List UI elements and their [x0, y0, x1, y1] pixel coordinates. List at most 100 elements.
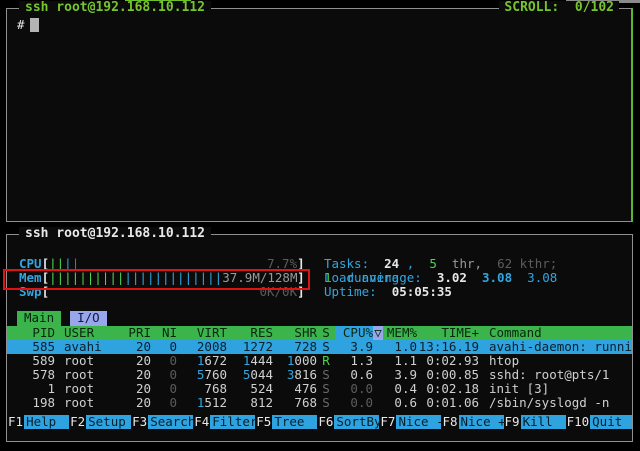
cell-ni: 0	[151, 354, 177, 368]
fkey-nice-minus-label: Nice -	[396, 415, 441, 429]
fkey-quit[interactable]: F10Quit	[566, 415, 632, 429]
uptime-line: Uptime: 05:05:35	[324, 285, 632, 299]
cell-mem: 1.0	[383, 340, 417, 354]
mem-meter-open-bracket: [	[42, 271, 50, 285]
fkey-search-key: F3	[131, 415, 148, 429]
swap-meter-value: 0K/0K	[259, 285, 297, 299]
cell-time: 13:16.19	[417, 340, 479, 354]
column-header-user[interactable]: USER	[55, 326, 115, 340]
cell-time: 0:02.18	[417, 382, 479, 396]
column-header-command[interactable]: Command	[479, 326, 632, 340]
tasks-threads: 5	[429, 256, 437, 271]
process-row-585[interactable]: 585 avahi 20 0 2008 1272 728 S 3.9 1.0 1…	[7, 340, 632, 354]
tasks-thr-label: thr,	[444, 256, 489, 271]
fkey-nice-plus-label: Nice +	[459, 415, 504, 429]
terminal-pane-htop[interactable]: ssh root@192.168.10.112 CPU [ || | | 7.7…	[6, 234, 633, 442]
fkey-filter[interactable]: F4Filter	[193, 415, 255, 429]
cell-pid: 1	[17, 382, 55, 396]
load-one: 3.02	[437, 270, 475, 285]
cell-cpu: 0.0	[335, 396, 373, 410]
fkey-nice-minus[interactable]: F7Nice -	[379, 415, 441, 429]
process-row-198[interactable]: 198 root 20 0 1512 812 768 S 0.0 0.6 0:0…	[7, 396, 632, 410]
cell-command: init [3]	[479, 382, 632, 396]
cell-user: root	[55, 354, 115, 368]
cell-ni: 0	[151, 382, 177, 396]
cell-cpu: 0.6	[335, 368, 373, 382]
process-row-1[interactable]: 1 root 20 0 768 524 476 S 0.0 0.4 0:02.1…	[7, 382, 632, 396]
fkey-filter-label: Filter	[210, 415, 255, 429]
column-header-virt[interactable]: VIRT	[177, 326, 227, 340]
fkey-setup-key: F2	[69, 415, 86, 429]
cell-res: 524	[227, 382, 273, 396]
column-header-cpu-sort[interactable]: CPU%	[335, 326, 373, 340]
cell-ni: 0	[151, 340, 177, 354]
mem-ticks-cache: |||||||||||||	[124, 271, 222, 285]
fkey-kill[interactable]: F9Kill	[504, 415, 566, 429]
fkey-setup[interactable]: F2Setup	[69, 415, 131, 429]
fkey-search[interactable]: F3Search	[131, 415, 193, 429]
fkey-filter-key: F4	[193, 415, 210, 429]
cell-pri: 20	[115, 396, 151, 410]
uptime-value: 05:05:35	[392, 284, 452, 299]
column-header-pid[interactable]: PID	[17, 326, 55, 340]
cell-gap	[373, 354, 383, 368]
cpu-meter-label: CPU	[19, 257, 42, 271]
cell-virt-rest: 512	[204, 396, 227, 410]
column-header-time[interactable]: TIME+	[417, 326, 479, 340]
pane-title-shell: ssh root@192.168.10.112	[19, 1, 211, 15]
column-header-state[interactable]: S	[317, 326, 335, 340]
fkey-tree[interactable]: F5Tree	[255, 415, 317, 429]
fkey-nice-plus-key: F8	[441, 415, 458, 429]
cell-state: S	[317, 368, 335, 382]
tab-main[interactable]: Main	[17, 311, 61, 326]
fkey-sortby[interactable]: F6SortBy	[317, 415, 379, 429]
cell-ni: 0	[151, 396, 177, 410]
fkey-help[interactable]: F1Help	[7, 415, 69, 429]
fkey-help-key: F1	[7, 415, 24, 429]
cell-virt-rest: 768	[204, 382, 227, 396]
stats-column: Tasks: 24 , 5 thr, 62 kthr; 1 running Lo…	[324, 257, 632, 299]
cell-pid: 589	[17, 354, 55, 368]
cell-virt-rest: 760	[204, 368, 227, 382]
cell-time: 0:00.85	[417, 368, 479, 382]
cpu-ticks-io: |	[64, 257, 72, 271]
cell-virt: 2008	[177, 340, 227, 354]
cell-shr-rest: 816	[294, 368, 317, 382]
cell-command: avahi-daemon: running	[479, 340, 632, 354]
cell-virt-rest: 672	[204, 354, 227, 368]
column-header-res[interactable]: RES	[227, 326, 273, 340]
cell-command: /sbin/syslogd -n	[479, 396, 632, 410]
meters-column: CPU [ || | | 7.7% ] Mem [	[7, 257, 316, 299]
column-header-pri[interactable]: PRI	[115, 326, 151, 340]
cell-shr: 476	[273, 382, 317, 396]
cell-time: 0:02.93	[417, 354, 479, 368]
cell-ni: 0	[151, 368, 177, 382]
process-table-header: PID USER PRI NI VIRT RES SHR S CPU% ▽ ME…	[7, 326, 632, 340]
cell-shr-rest: 768	[294, 396, 317, 410]
load-fifteen: 3.08	[527, 270, 557, 285]
column-header-ni[interactable]: NI	[151, 326, 177, 340]
cell-pri: 20	[115, 340, 151, 354]
terminal-pane-shell[interactable]: ssh root@192.168.10.112 SCROLL: 0/102 #	[6, 8, 633, 222]
cell-pid: 585	[17, 340, 55, 354]
column-header-shr[interactable]: SHR	[273, 326, 317, 340]
tab-io[interactable]: I/O	[70, 311, 107, 326]
cell-virt: 1672	[177, 354, 227, 368]
cell-shr: 1000	[273, 354, 317, 368]
column-header-mem[interactable]: MEM%	[383, 326, 417, 340]
process-row-589[interactable]: 589 root 20 0 1672 1444 1000 R 1.3 1.1 0…	[7, 354, 632, 368]
cell-shr: 768	[273, 396, 317, 410]
cell-cpu: 1.3	[335, 354, 373, 368]
cell-gap	[373, 340, 383, 354]
cell-state: S	[317, 340, 335, 354]
swap-meter: Swp [ 0K/0K ]	[19, 285, 316, 299]
cell-user: root	[55, 382, 115, 396]
process-row-578[interactable]: 578 root 20 0 5760 5044 3816 S 0.6 3.9 0…	[7, 368, 632, 382]
swap-meter-close-bracket: ]	[297, 285, 305, 299]
cell-gap	[373, 368, 383, 382]
cell-cpu: 0.0	[335, 382, 373, 396]
fkey-nice-plus[interactable]: F8Nice +	[441, 415, 503, 429]
swap-meter-space	[49, 285, 259, 299]
cell-gap	[373, 396, 383, 410]
cell-cpu: 3.9	[335, 340, 373, 354]
